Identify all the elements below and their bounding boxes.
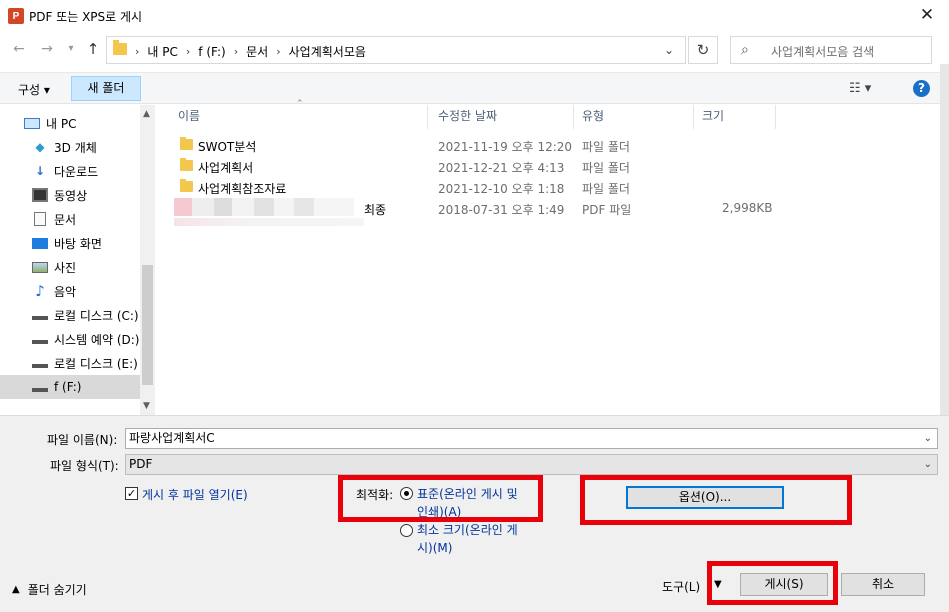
address-bar[interactable]: › 내 PC › f (F:) › 문서 › 사업계획서모음 [106,36,686,64]
window-title: PDF 또는 XPS로 게시 [29,10,143,24]
close-icon[interactable]: ✕ [917,5,937,25]
search-input[interactable]: ⌕ 사업계획서모음 검색 [730,36,932,64]
sidebar-item-videos[interactable]: 동영상 [0,183,140,207]
file-list: ⌃ 이름 수정한 날짜 유형 크기 SWOT분석 2021-11-19 오후 1… [156,99,940,415]
command-toolbar: 구성 ▾ 새 폴더 ☷ ▾ ? [0,72,940,104]
drive-icon [32,382,48,392]
folder-icon [180,158,193,171]
optimize-label: 최적화: [356,488,394,502]
sidebar-item-this-pc[interactable]: 내 PC [0,111,140,135]
optimize-minimum-radio[interactable] [400,524,413,537]
sidebar-item-desktop[interactable]: 바탕 화면 [0,231,140,255]
cube-icon: ◆ [35,140,45,154]
filename-input[interactable]: 파랑사업계획서C ⌄ [125,428,938,449]
up-button[interactable]: ↑ [84,40,102,58]
tools-dropdown-icon[interactable]: ▼ [714,579,722,590]
chevron-up-icon: ▲ [12,584,20,595]
recent-locations-button[interactable]: ▾ [62,40,80,58]
optimize-minimum-label[interactable]: 최소 크기(온라인 게 시)(M) [417,521,518,556]
picture-icon [32,261,48,273]
optimize-standard-radio[interactable] [400,487,413,500]
column-header-type[interactable]: 유형 [574,105,694,129]
new-folder-button[interactable]: 새 폴더 [71,76,141,101]
file-row[interactable]: 사업계획서 2021-12-21 오후 4:13 파일 폴더 [156,156,940,177]
options-button[interactable]: 옵션(O)... [626,486,784,509]
chevron-down-icon[interactable]: ⌄ [924,455,932,474]
column-header-size[interactable]: 크기 [694,105,776,129]
refresh-icon[interactable]: ↻ [688,36,718,64]
filetype-select[interactable]: PDF ⌄ [125,454,938,475]
chevron-down-icon[interactable]: ⌄ [924,429,932,448]
folder-icon [180,137,193,150]
back-button[interactable]: ← [10,40,28,58]
breadcrumb: › 내 PC › f (F:) › 문서 › 사업계획서모음 [135,43,366,60]
optimize-standard-label[interactable]: 표준(온라인 게시 및 인쇄)(A) [417,485,518,520]
file-row[interactable]: 사업계획참조자료 2021-12-10 오후 1:18 파일 폴더 [156,177,940,198]
open-after-publish-label[interactable]: 게시 후 파일 열기(E) [142,486,248,503]
sidebar-scrollbar[interactable]: ▲ ▼ [140,105,155,415]
filetype-label: 파일 형식(T): [50,459,119,473]
folder-icon [180,179,193,192]
sidebar-item-3d-objects[interactable]: ◆ 3D 개체 [0,135,140,159]
breadcrumb-item-documents[interactable]: 문서 [246,43,268,60]
redacted-filename [174,218,364,226]
forward-button[interactable]: → [38,40,56,58]
breadcrumb-item-current[interactable]: 사업계획서모음 [289,43,366,60]
video-icon [32,188,48,202]
search-placeholder: 사업계획서모음 검색 [771,45,875,59]
download-icon: ↓ [34,164,46,178]
column-header-date[interactable]: 수정한 날짜 [430,105,574,129]
sidebar-item-drive-e[interactable]: 로컬 디스크 (E:) [0,351,140,375]
file-row[interactable]: 최종 2018-07-31 오후 1:49 PDF 파일 2,998KB [156,198,940,230]
publish-button[interactable]: 게시(S) [740,573,828,596]
cancel-button[interactable]: 취소 [841,573,925,596]
scroll-down-icon[interactable]: ▼ [143,401,150,411]
sidebar-item-documents[interactable]: 문서 [0,207,140,231]
drive-icon [32,358,48,368]
drive-icon [32,334,48,344]
sidebar-item-drive-f[interactable]: f (F:) [0,375,140,399]
chevron-down-icon[interactable]: ⌄ [664,43,674,57]
drive-icon [32,310,48,320]
scroll-up-icon[interactable]: ▲ [143,109,150,119]
breadcrumb-item-pc[interactable]: 내 PC [147,43,177,60]
breadcrumb-item-drive[interactable]: f (F:) [198,45,225,59]
tools-label[interactable]: 도구(L) [662,578,700,595]
hide-folders-toggle[interactable]: ▲ 폴더 숨기기 [12,581,87,598]
help-icon[interactable]: ? [913,80,930,97]
filename-label: 파일 이름(N): [47,433,118,447]
sidebar-item-music[interactable]: ♪ 음악 [0,279,140,303]
open-after-publish-checkbox[interactable]: ✓ [125,487,138,500]
redacted-filename [174,198,354,216]
powerpoint-icon: P [8,8,24,24]
desktop-icon [32,237,48,249]
organize-button[interactable]: 구성 ▾ [18,81,50,98]
scrollbar-thumb[interactable] [142,265,153,385]
pc-icon [24,117,40,129]
title-bar: P PDF 또는 XPS로 게시 ✕ [0,0,949,32]
music-icon: ♪ [35,282,45,300]
folder-icon [113,40,127,55]
document-icon [34,212,46,226]
save-options-panel: 파일 이름(N): 파랑사업계획서C ⌄ 파일 형식(T): PDF ⌄ ✓ 게… [0,415,949,612]
sidebar-item-drive-c[interactable]: 로컬 디스크 (C:) [0,303,140,327]
file-row[interactable]: SWOT분석 2021-11-19 오후 12:20 파일 폴더 [156,135,940,156]
view-options-button[interactable]: ☷ ▾ [849,81,871,96]
column-header-name[interactable]: 이름 [170,105,428,129]
navigation-pane: 내 PC ◆ 3D 개체 ↓ 다운로드 동영상 문서 바탕 화면 사진 ♪ 음악… [0,105,155,415]
sidebar-item-drive-d[interactable]: 시스템 예약 (D:) [0,327,140,351]
search-icon: ⌕ [741,42,749,58]
sidebar-item-pictures[interactable]: 사진 [0,255,140,279]
sidebar-item-downloads[interactable]: ↓ 다운로드 [0,159,140,183]
